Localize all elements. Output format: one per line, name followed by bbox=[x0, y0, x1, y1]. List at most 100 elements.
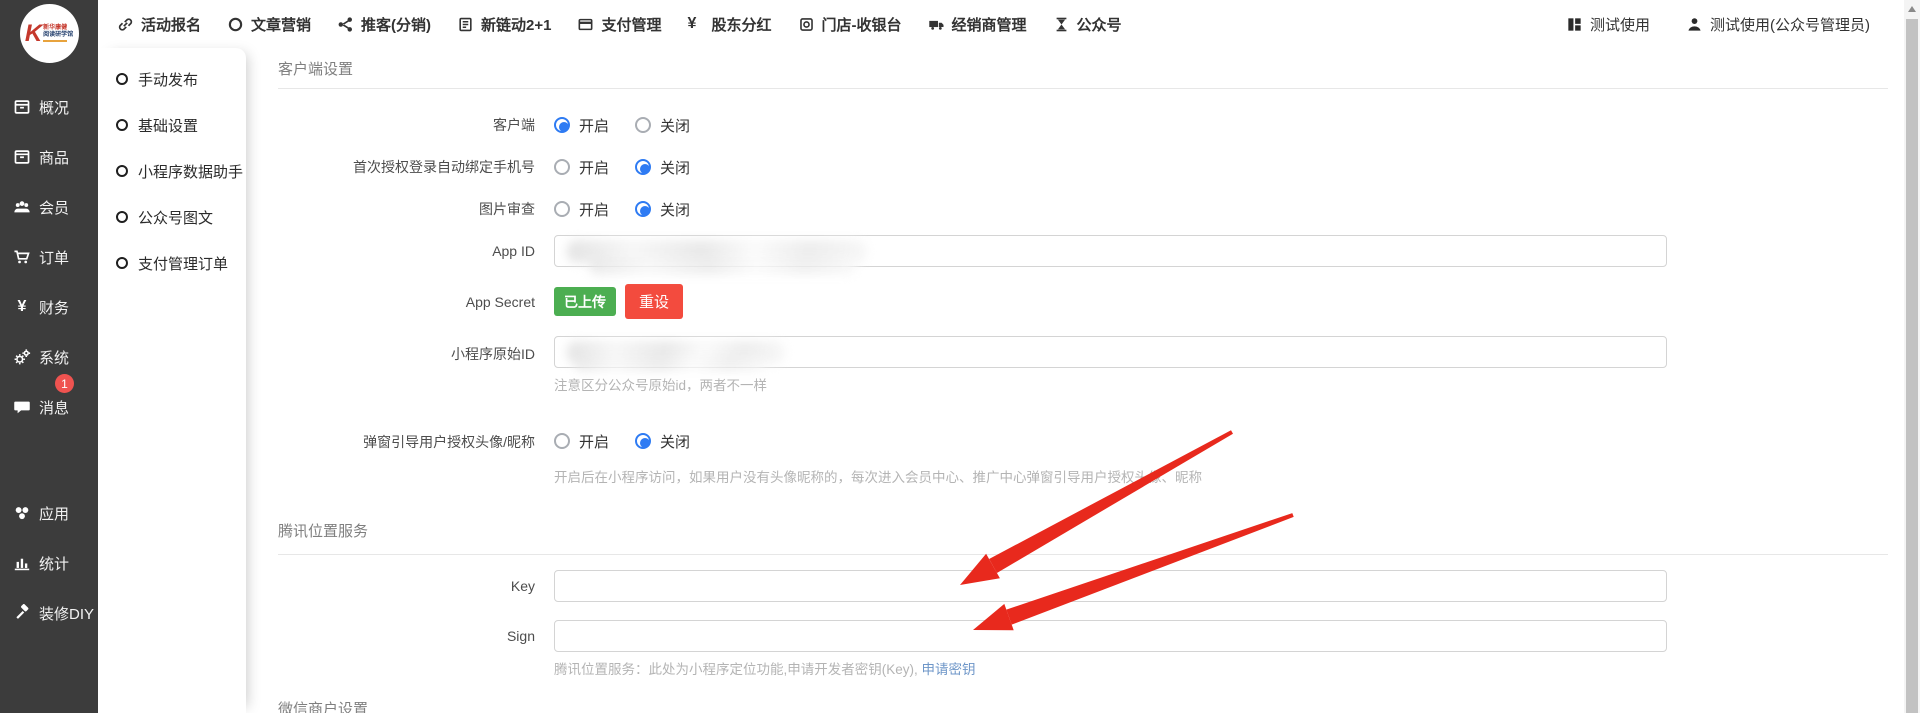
radio-icon[interactable] bbox=[635, 201, 651, 217]
image-review-switch: 开启 关闭 bbox=[554, 199, 690, 220]
topnav-item-official-account[interactable]: 公众号 bbox=[1053, 14, 1122, 35]
form-row-key: Key bbox=[278, 570, 1888, 602]
field-label: 图片审查 bbox=[278, 199, 554, 219]
topnav-item-new-chain-2plus1[interactable]: 新链动2+1 bbox=[457, 14, 551, 35]
pos-icon bbox=[798, 16, 815, 33]
sidebar-item-label: 消息 bbox=[39, 397, 69, 418]
section-divider bbox=[278, 554, 1888, 555]
field-label: Key bbox=[278, 578, 554, 594]
submenu-item-label: 小程序数据助手 bbox=[138, 161, 243, 182]
sidebar-item-goods[interactable]: 商品 bbox=[0, 132, 98, 182]
topnav-item-payment-management[interactable]: 支付管理 bbox=[577, 14, 661, 35]
topnav-item-label: 新链动2+1 bbox=[481, 14, 551, 35]
sidebar-item-messages[interactable]: 消息 1 bbox=[0, 382, 98, 432]
sidebar-item-label: 统计 bbox=[39, 553, 69, 574]
sign-field bbox=[554, 620, 1667, 652]
key-field bbox=[554, 570, 1667, 602]
circle-o-icon bbox=[116, 73, 128, 85]
account-menu[interactable]: 测试使用(公众号管理员) bbox=[1686, 14, 1870, 35]
topnav-item-dealer-management[interactable]: 经销商管理 bbox=[928, 14, 1027, 35]
radio-option-on[interactable]: 开启 bbox=[554, 431, 609, 452]
test-use-menu[interactable]: 测试使用 bbox=[1566, 14, 1650, 35]
logo-letter: K bbox=[25, 22, 42, 46]
sidebar-item-label: 商品 bbox=[39, 147, 69, 168]
user-icon bbox=[1686, 16, 1703, 33]
sidebar-item-label: 装修DIY bbox=[39, 603, 94, 624]
submenu-item-manual-publish[interactable]: 手动发布 bbox=[98, 56, 246, 102]
form-row-app-id: App ID bbox=[278, 235, 1888, 267]
topnav-item-distribution[interactable]: 推客(分销) bbox=[337, 14, 431, 35]
logo-circle: K 新华康健 阅读研学馆 bbox=[20, 4, 79, 63]
submenu-item-basic-settings[interactable]: 基础设置 bbox=[98, 102, 246, 148]
sidebar-item-apps[interactable]: 应用 bbox=[0, 488, 98, 538]
client-switch: 开启 关闭 bbox=[554, 115, 690, 136]
sidebar-spacer bbox=[0, 432, 98, 488]
circle-o-icon bbox=[116, 257, 128, 269]
sidebar-item-decorate-diy[interactable]: 装修DIY bbox=[0, 588, 98, 638]
topnav-item-shareholder-dividend[interactable]: ¥ 股东分红 bbox=[688, 14, 772, 35]
radio-icon[interactable] bbox=[635, 117, 651, 133]
submenu-item-label: 支付管理订单 bbox=[138, 253, 228, 274]
radio-option-off[interactable]: 关闭 bbox=[635, 431, 690, 452]
topnav-item-label: 股东分红 bbox=[712, 14, 772, 35]
uploaded-button[interactable]: 已上传 bbox=[554, 287, 616, 316]
radio-option-off[interactable]: 关闭 bbox=[635, 199, 690, 220]
page-scrollbar[interactable] bbox=[1904, 0, 1920, 713]
chat-icon bbox=[13, 398, 31, 416]
radio-icon[interactable] bbox=[554, 201, 570, 217]
sidebar-item-overview[interactable]: 概况 bbox=[0, 82, 98, 132]
radio-icon[interactable] bbox=[554, 159, 570, 175]
section-title-wechat-merchant: 微信商户设置 bbox=[278, 700, 1888, 713]
form-row-bind-phone: 首次授权登录自动绑定手机号 开启 关闭 bbox=[278, 151, 1888, 183]
topnav-item-label: 支付管理 bbox=[601, 14, 661, 35]
radio-option-on[interactable]: 开启 bbox=[554, 199, 609, 220]
yen-icon: ¥ bbox=[13, 298, 31, 316]
sidebar-item-stats[interactable]: 统计 bbox=[0, 538, 98, 588]
form-row-popup-guide: 弹窗引导用户授权头像/昵称 开启 关闭 开启后在小程序访问，如果用户没有头像昵称… bbox=[278, 425, 1888, 486]
form-row-client: 客户端 开启 关闭 bbox=[278, 109, 1888, 141]
popup-guide-switch: 开启 关闭 bbox=[554, 425, 1888, 457]
account-label: 测试使用(公众号管理员) bbox=[1710, 14, 1870, 35]
radio-option-off[interactable]: 关闭 bbox=[635, 157, 690, 178]
radio-option-off[interactable]: 关闭 bbox=[635, 115, 690, 136]
radio-icon[interactable] bbox=[635, 159, 651, 175]
form-row-app-secret: App Secret 已上传 重设 bbox=[278, 284, 1888, 319]
radio-icon[interactable] bbox=[554, 433, 570, 449]
submenu-item-label: 公众号图文 bbox=[138, 207, 213, 228]
radio-icon[interactable] bbox=[554, 117, 570, 133]
original-id-input[interactable] bbox=[555, 337, 1666, 367]
reset-button[interactable]: 重设 bbox=[625, 284, 683, 319]
topnav-item-activity-signup[interactable]: 活动报名 bbox=[117, 14, 201, 35]
radio-icon[interactable] bbox=[635, 433, 651, 449]
sidebar-item-finance[interactable]: ¥ 财务 bbox=[0, 282, 98, 332]
field-label: 客户端 bbox=[278, 115, 554, 135]
topnav-item-label: 活动报名 bbox=[141, 14, 201, 35]
submenu-item-official-account-articles[interactable]: 公众号图文 bbox=[98, 194, 246, 240]
yen-icon: ¥ bbox=[688, 16, 705, 33]
submenu-item-label: 手动发布 bbox=[138, 69, 198, 90]
bar-chart-icon bbox=[13, 554, 31, 572]
settings-form: 客户端设置 客户端 开启 关闭 首次授权登录自动绑定手机号 bbox=[246, 48, 1904, 713]
apply-key-link[interactable]: 申请密钥 bbox=[922, 662, 976, 677]
topnav-item-label: 门店-收银台 bbox=[822, 14, 902, 35]
tencent-location-note: 腾讯位置服务：此处为小程序定位功能,申请开发者密钥(Key), 申请密钥 bbox=[554, 658, 1888, 678]
app-id-input[interactable] bbox=[555, 236, 1666, 266]
product-box-icon bbox=[13, 148, 31, 166]
key-input[interactable] bbox=[555, 571, 1666, 601]
sidebar-item-system[interactable]: 系统 bbox=[0, 332, 98, 382]
section-title-tencent-location: 腾讯位置服务 bbox=[278, 522, 1888, 542]
submenu-item-miniprogram-data-assistant[interactable]: 小程序数据助手 bbox=[98, 148, 246, 194]
circle-icon bbox=[227, 16, 244, 33]
radio-option-on[interactable]: 开启 bbox=[554, 115, 609, 136]
topnav-item-store-cashier[interactable]: 门店-收银台 bbox=[798, 14, 902, 35]
sidebar-item-orders[interactable]: 订单 bbox=[0, 232, 98, 282]
sidebar-item-members[interactable]: 会员 bbox=[0, 182, 98, 232]
submenu-item-payment-orders[interactable]: 支付管理订单 bbox=[98, 240, 246, 286]
original-id-field bbox=[554, 336, 1667, 368]
sign-input[interactable] bbox=[555, 621, 1666, 651]
scrollbar-thumb[interactable] bbox=[1906, 19, 1918, 713]
radio-option-on[interactable]: 开启 bbox=[554, 157, 609, 178]
scrollbar-up-arrow-icon[interactable] bbox=[1904, 0, 1920, 18]
topnav-item-article-marketing[interactable]: 文章营销 bbox=[227, 14, 311, 35]
section-divider bbox=[278, 88, 1888, 89]
